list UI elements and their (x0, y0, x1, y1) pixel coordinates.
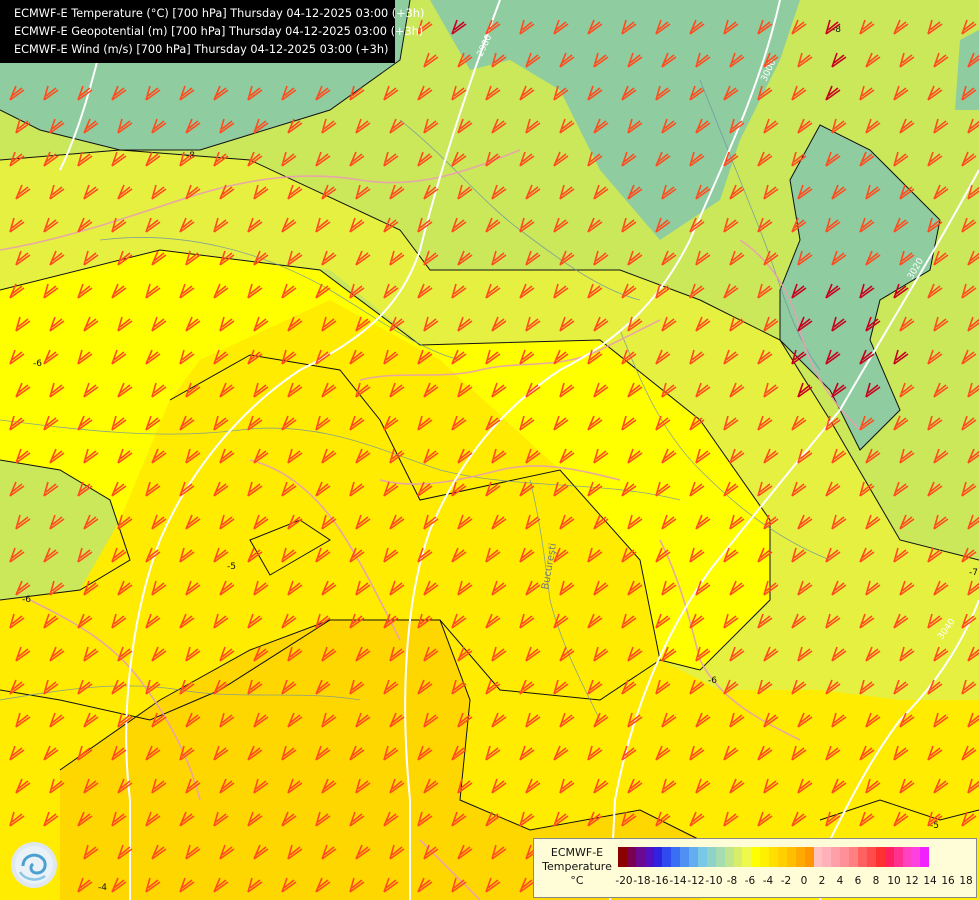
legend-swatch (866, 847, 876, 867)
legend-tick-labels: -20 -18 -16 -14 -12 -10 -8 -6 -4 -2 0 2 4 6 8 10 12 14 16 1… (615, 875, 973, 889)
legend-swatch (644, 847, 654, 867)
legend-swatch (911, 847, 921, 867)
legend-tick: -6 (744, 875, 756, 887)
legend-tick: 12 (905, 875, 919, 887)
legend-swatch (778, 847, 787, 867)
isotherm-label: -6 (33, 359, 42, 369)
ecmwf-logo (11, 842, 57, 888)
ecmwf-swirl-icon (15, 846, 53, 884)
legend-title-model: ECMWF-E (550, 846, 604, 859)
legend-swatch (751, 847, 761, 867)
legend-swatch (671, 847, 681, 867)
isotherm-label: -7 (969, 568, 978, 578)
map-title-box: ECMWF-E Temperature (°C) [700 hPa] Thurs… (0, 0, 425, 63)
legend-tick: -10 (705, 875, 723, 887)
legend-color-scale (618, 847, 930, 867)
legend-swatch (733, 847, 743, 867)
legend-tick: -20 (615, 875, 633, 887)
isotherm-label: -5 (930, 821, 939, 831)
legend-swatch (858, 847, 867, 867)
legend-tick: 14 (923, 875, 937, 887)
legend-tick: 10 (887, 875, 901, 887)
legend-swatch (849, 847, 859, 867)
legend-tick: 4 (836, 875, 844, 887)
legend-swatch (893, 847, 903, 867)
legend-tick: 2 (818, 875, 826, 887)
legend-tick: -4 (762, 875, 774, 887)
title-temperature: ECMWF-E Temperature (°C) [700 hPa] Thurs… (14, 7, 425, 20)
legend-swatch (698, 847, 707, 867)
legend-swatch (786, 847, 796, 867)
legend-tick: -8 (726, 875, 738, 887)
legend-tick: -16 (651, 875, 669, 887)
legend-title-unit: °C (570, 874, 584, 887)
legend-swatch (635, 847, 645, 867)
legend-swatch (662, 847, 672, 867)
legend-swatch (795, 847, 805, 867)
legend-swatch (706, 847, 716, 867)
legend-tick: 16 (941, 875, 955, 887)
legend-tick: 6 (854, 875, 862, 887)
isotherm-label: -6 (22, 595, 31, 605)
legend-title-variable: Temperature (542, 860, 612, 873)
title-wind: ECMWF-E Wind (m/s) [700 hPa] Thursday 04… (14, 43, 389, 56)
legend-swatch (920, 847, 930, 867)
legend-tick: -14 (669, 875, 687, 887)
legend-tick: 18 (959, 875, 973, 887)
isotherm-label: -6 (708, 676, 717, 686)
legend-swatch (680, 847, 690, 867)
legend-swatch (626, 847, 636, 867)
legend-swatch (724, 847, 734, 867)
legend-tick: 8 (872, 875, 880, 887)
legend-swatch (653, 847, 663, 867)
legend-swatch (689, 847, 699, 867)
legend-title: ECMWF-E Temperature °C (538, 846, 616, 888)
isotherm-label: -5 (227, 562, 236, 572)
legend-swatch (822, 847, 832, 867)
legend-tick: -18 (633, 875, 651, 887)
temperature-legend: ECMWF-E Temperature °C -20 -18 -16 -14 -12 -1… (533, 838, 977, 898)
legend-swatch (840, 847, 850, 867)
legend-swatch (902, 847, 912, 867)
legend-swatch (715, 847, 725, 867)
isotherm-label: -4 (98, 883, 107, 893)
legend-swatch (813, 847, 823, 867)
legend-swatch (742, 847, 752, 867)
title-geopotential: ECMWF-E Geopotential (m) [700 hPa] Thurs… (14, 25, 424, 38)
legend-tick: -12 (687, 875, 705, 887)
legend-swatch (884, 847, 894, 867)
legend-tick: -2 (780, 875, 792, 887)
legend-swatch (618, 847, 627, 867)
legend-swatch (831, 847, 841, 867)
weather-map: -8 -6 -5 -6 -7 -6 -5 -4 -8 2980 3000 302… (0, 0, 979, 900)
legend-swatch (875, 847, 885, 867)
legend-swatch (769, 847, 779, 867)
legend-swatch (804, 847, 814, 867)
legend-swatch (760, 847, 770, 867)
legend-tick: 0 (800, 875, 808, 887)
